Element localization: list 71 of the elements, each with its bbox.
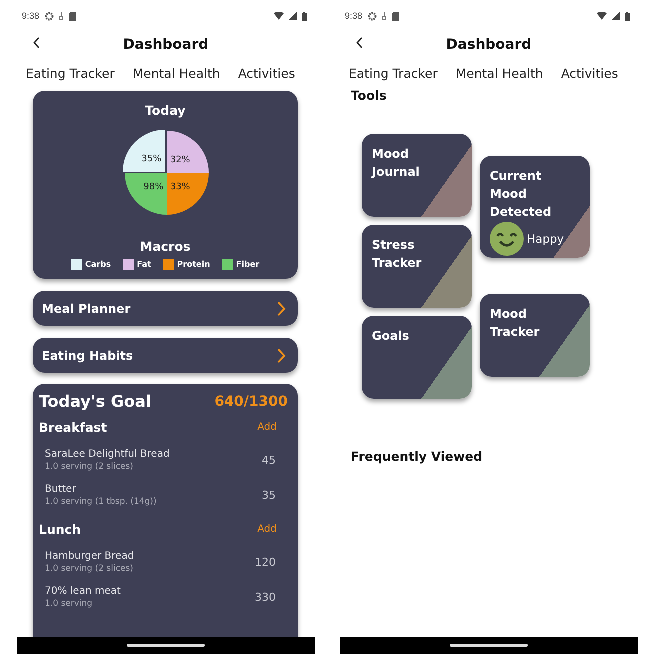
tab[interactable]: Activities — [238, 66, 296, 81]
food-name: Hamburger Bread — [45, 551, 134, 562]
legend-item: Fiber — [222, 259, 260, 270]
serving-size: 1.0 serving (1 tbsp. (14g)) — [45, 497, 157, 507]
goal-title: Today's Goal — [39, 392, 152, 411]
tool-card[interactable]: Stress Tracker — [362, 225, 472, 308]
section-title: Frequently Viewed — [350, 449, 484, 464]
add-link[interactable]: Add — [258, 422, 288, 433]
smiley-icon — [490, 222, 524, 256]
status-time: 9:38 — [22, 11, 40, 21]
tool-title: Mood Tracker — [490, 306, 541, 341]
slice-label: 35% — [141, 154, 162, 165]
tool-title: Stress Tracker — [372, 237, 423, 272]
pie-slice — [166, 131, 208, 173]
calories: 35 — [262, 489, 276, 502]
tool-card[interactable]: Goals — [362, 316, 472, 399]
tool-card[interactable]: Mood Tracker — [480, 294, 590, 377]
tool-card[interactable]: Mood Journal — [362, 134, 472, 217]
section-title: Tools — [350, 88, 387, 103]
serving-size: 1.0 serving (2 slices) — [45, 462, 134, 472]
screen-title: Dashboard — [446, 37, 532, 53]
sd-card-icon — [392, 12, 399, 20]
meal-name: Lunch — [39, 522, 82, 537]
wifi-icon — [597, 12, 607, 20]
gear-icon — [44, 12, 54, 20]
mood-card[interactable]: Current Mood Detected Happy — [480, 156, 590, 258]
slice-label: 33% — [170, 182, 190, 192]
slice-label: 32% — [170, 156, 190, 166]
legend-item: Fat — [123, 259, 152, 270]
gear-icon — [368, 12, 377, 20]
tab[interactable]: Mental Health — [456, 66, 544, 81]
mood-label: Happy — [527, 232, 564, 246]
battery-icon — [302, 12, 307, 20]
legend-title: Macros — [140, 239, 191, 254]
home-handle[interactable] — [127, 644, 205, 647]
serving-size: 1.0 serving — [45, 599, 94, 609]
slice-label: 98% — [143, 182, 164, 192]
food-name: SaraLee Delightful Bread — [45, 449, 170, 460]
pie-slice — [124, 173, 166, 215]
chevron-right-icon — [277, 348, 286, 364]
tab[interactable]: Eating Tracker — [349, 66, 438, 81]
calories: 120 — [255, 556, 276, 569]
wifi-icon — [274, 12, 284, 20]
legend-item: Protein — [163, 259, 210, 270]
signal-icon — [289, 12, 297, 20]
pie-slice — [166, 173, 208, 215]
food-name: Butter — [45, 484, 78, 495]
tab[interactable]: Activities — [561, 66, 618, 81]
tool-title: Current Mood Detected — [490, 168, 553, 221]
status-time: 9:38 — [345, 11, 363, 21]
legend-item: Carbs — [71, 259, 112, 270]
add-link[interactable]: Add — [258, 524, 288, 535]
calories: 45 — [262, 454, 276, 467]
tool-title: Goals — [372, 328, 410, 345]
pie-slice — [122, 130, 164, 172]
home-handle[interactable] — [450, 644, 528, 647]
tool-title: Mood Journal — [372, 146, 421, 181]
calories: 330 — [255, 591, 276, 604]
sd-card-icon — [68, 12, 76, 20]
menu-card[interactable]: Meal Planner — [33, 291, 298, 326]
serving-size: 1.0 serving (2 slices) — [45, 564, 134, 574]
chevron-right-icon — [277, 300, 286, 316]
menu-card[interactable]: Eating Habits — [33, 338, 298, 373]
battery-icon — [625, 12, 630, 20]
meal-name: Breakfast — [39, 420, 108, 435]
food-name: 70% lean meat — [45, 586, 121, 597]
tab[interactable]: Eating Tracker — [26, 66, 115, 81]
tab[interactable]: Mental Health — [132, 66, 220, 81]
chart-title: Today — [145, 103, 186, 118]
screen-title: Dashboard — [123, 37, 209, 53]
signal-icon — [612, 12, 620, 20]
